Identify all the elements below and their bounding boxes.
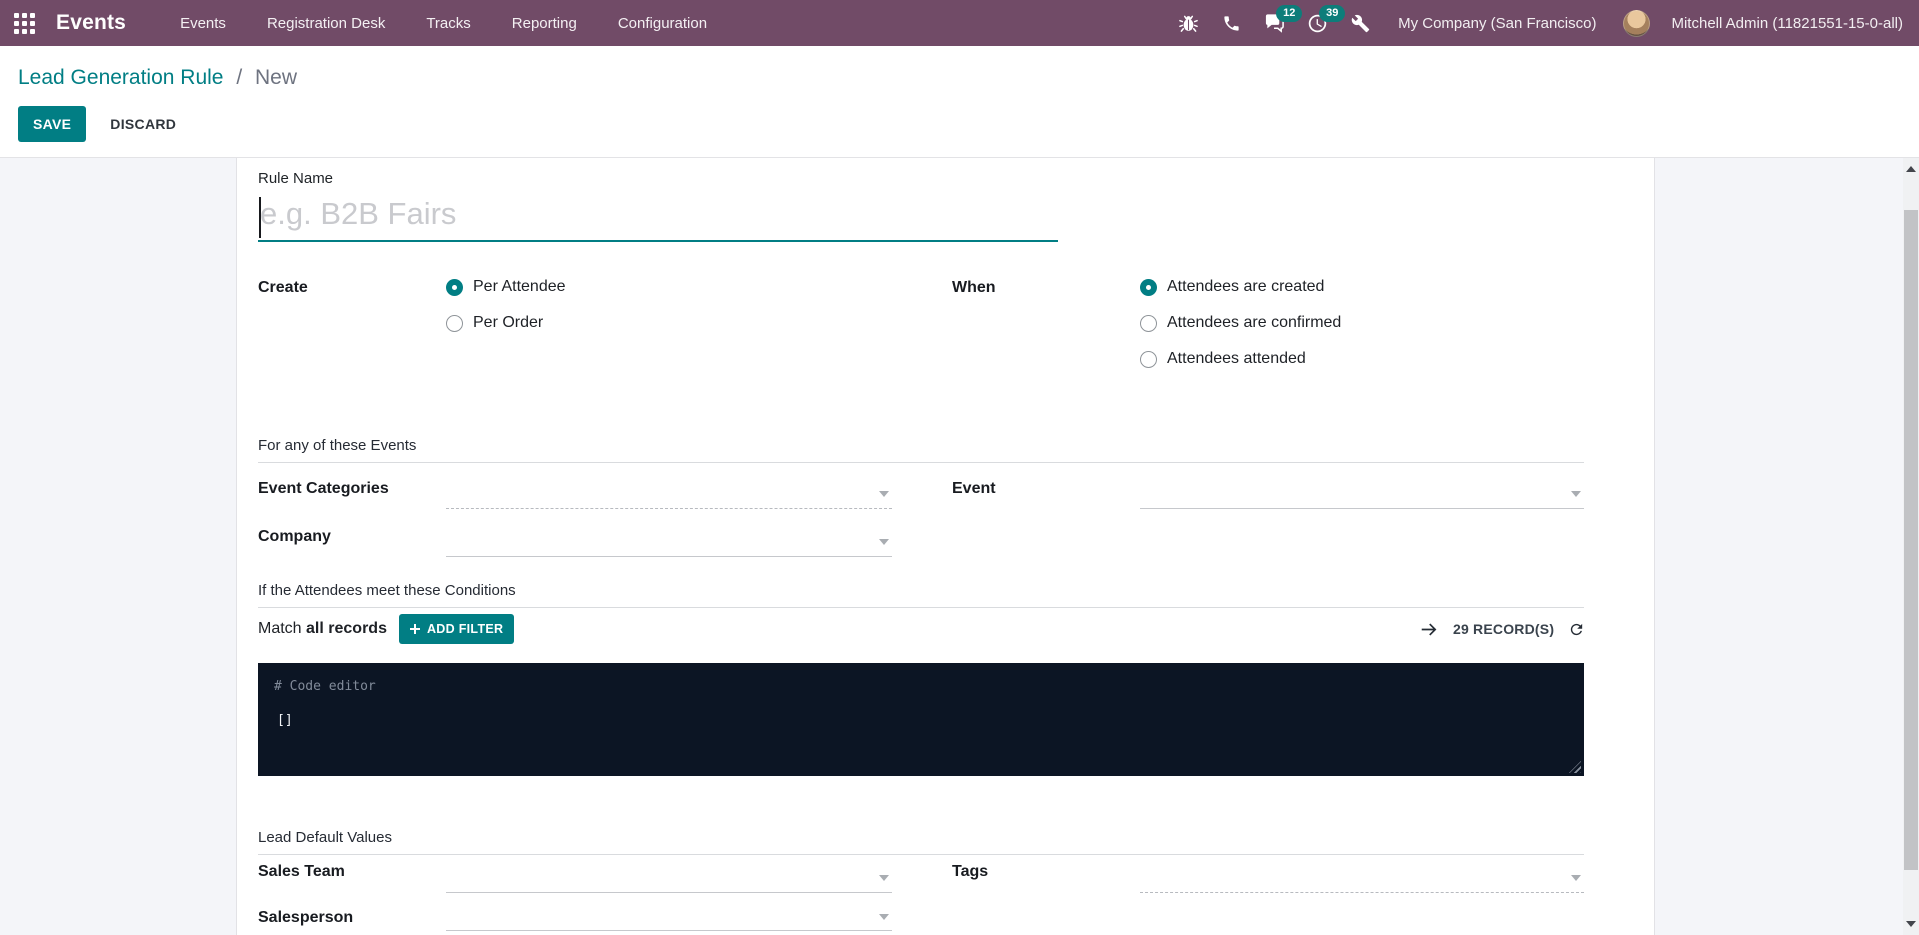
radio-attendees-attended[interactable]: Attendees attended	[1140, 350, 1306, 368]
match-prefix: Match	[258, 620, 302, 637]
main-menu: Events Registration Desk Tracks Reportin…	[180, 15, 707, 32]
chevron-down-icon	[879, 914, 889, 920]
breadcrumb: Lead Generation Rule / New	[18, 66, 297, 90]
refresh-icon[interactable]	[1568, 621, 1585, 638]
activities-clock-icon[interactable]: 39	[1306, 12, 1328, 34]
apps-grid-icon[interactable]	[14, 13, 35, 34]
scroll-up-button[interactable]	[1903, 160, 1919, 178]
radio-selected-icon[interactable]	[1140, 279, 1157, 296]
menu-reporting[interactable]: Reporting	[512, 15, 577, 32]
sales-team-field[interactable]	[446, 862, 892, 893]
when-label: When	[952, 279, 996, 297]
breadcrumb-separator: /	[236, 66, 242, 89]
event-categories-field[interactable]	[446, 478, 892, 509]
tools-icon[interactable]	[1349, 12, 1371, 34]
discard-button[interactable]: DISCARD	[108, 106, 178, 142]
section-conditions-title: If the Attendees meet these Conditions	[258, 582, 1584, 608]
app-title[interactable]: Events	[56, 11, 126, 35]
messages-badge[interactable]: 12	[1276, 5, 1302, 22]
menu-configuration[interactable]: Configuration	[618, 15, 707, 32]
match-text: Match all records	[258, 620, 387, 638]
breadcrumb-root-link[interactable]: Lead Generation Rule	[18, 66, 223, 89]
vertical-scrollbar[interactable]	[1903, 158, 1919, 935]
event-field[interactable]	[1140, 478, 1584, 509]
sales-team-label: Sales Team	[258, 863, 345, 881]
radio-per-order[interactable]: Per Order	[446, 314, 543, 332]
records-cluster: 29 RECORD(S)	[1420, 612, 1585, 646]
radio-attendees-confirmed[interactable]: Attendees are confirmed	[1140, 314, 1341, 332]
event-categories-label: Event Categories	[258, 480, 389, 498]
rule-name-label: Rule Name	[258, 170, 333, 187]
salesperson-field[interactable]	[446, 904, 892, 931]
resize-handle[interactable]	[1569, 761, 1581, 773]
chevron-down-icon	[1571, 875, 1581, 881]
company-label: Company	[258, 528, 331, 546]
code-value-line: []	[274, 712, 1568, 729]
menu-tracks[interactable]: Tracks	[426, 15, 470, 32]
arrow-right-icon	[1420, 620, 1439, 639]
create-label: Create	[258, 279, 308, 297]
radio-unselected-icon[interactable]	[446, 315, 463, 332]
radio-unselected-icon[interactable]	[1140, 315, 1157, 332]
chevron-down-icon	[879, 539, 889, 545]
event-label: Event	[952, 480, 996, 498]
add-filter-button[interactable]: ADD FILTER	[399, 614, 514, 644]
save-button[interactable]: SAVE	[18, 106, 86, 142]
code-comment-line: # Code editor	[274, 678, 1568, 695]
menu-registration-desk[interactable]: Registration Desk	[267, 15, 385, 32]
app-window: Events Events Registration Desk Tracks R…	[0, 0, 1919, 935]
section-events-title: For any of these Events	[258, 437, 1584, 463]
match-emphasis: all records	[306, 620, 387, 637]
phone-icon[interactable]	[1220, 12, 1242, 34]
systray: 12 39 My Company (San Francisco) Mitchel…	[1177, 0, 1903, 46]
company-field[interactable]	[446, 526, 892, 557]
radio-selected-icon[interactable]	[446, 279, 463, 296]
salesperson-label: Salesperson	[258, 909, 353, 927]
code-editor[interactable]: # Code editor []	[258, 663, 1584, 776]
records-count-link[interactable]: 29 RECORD(S)	[1453, 621, 1554, 637]
radio-per-attendee[interactable]: Per Attendee	[446, 278, 566, 296]
tags-field[interactable]	[1140, 862, 1584, 893]
menu-events[interactable]: Events	[180, 15, 226, 32]
user-avatar[interactable]	[1623, 10, 1650, 37]
chevron-down-icon	[879, 875, 889, 881]
messages-icon[interactable]: 12	[1263, 12, 1285, 34]
user-menu[interactable]: Mitchell Admin (11821551-15-0-all)	[1671, 15, 1903, 32]
scroll-down-button[interactable]	[1903, 915, 1919, 933]
scroll-thumb[interactable]	[1904, 210, 1918, 870]
bug-icon[interactable]	[1177, 12, 1199, 34]
rule-name-input[interactable]	[258, 192, 1058, 242]
radio-unselected-icon[interactable]	[1140, 351, 1157, 368]
company-switcher[interactable]: My Company (San Francisco)	[1398, 15, 1596, 32]
plus-icon	[410, 624, 420, 634]
text-cursor	[259, 197, 261, 238]
form-action-buttons: SAVE DISCARD	[18, 106, 178, 142]
section-defaults-title: Lead Default Values	[258, 829, 1584, 855]
top-navbar: Events Events Registration Desk Tracks R…	[0, 0, 1919, 46]
chevron-down-icon	[1571, 491, 1581, 497]
breadcrumb-current: New	[255, 66, 297, 89]
domain-match-row: Match all records ADD FILTER	[258, 612, 514, 646]
tags-label: Tags	[952, 863, 988, 881]
control-panel: Lead Generation Rule / New SAVE DISCARD	[0, 46, 1919, 158]
radio-attendees-created[interactable]: Attendees are created	[1140, 278, 1324, 296]
activities-badge[interactable]: 39	[1319, 5, 1345, 22]
chevron-down-icon	[879, 491, 889, 497]
